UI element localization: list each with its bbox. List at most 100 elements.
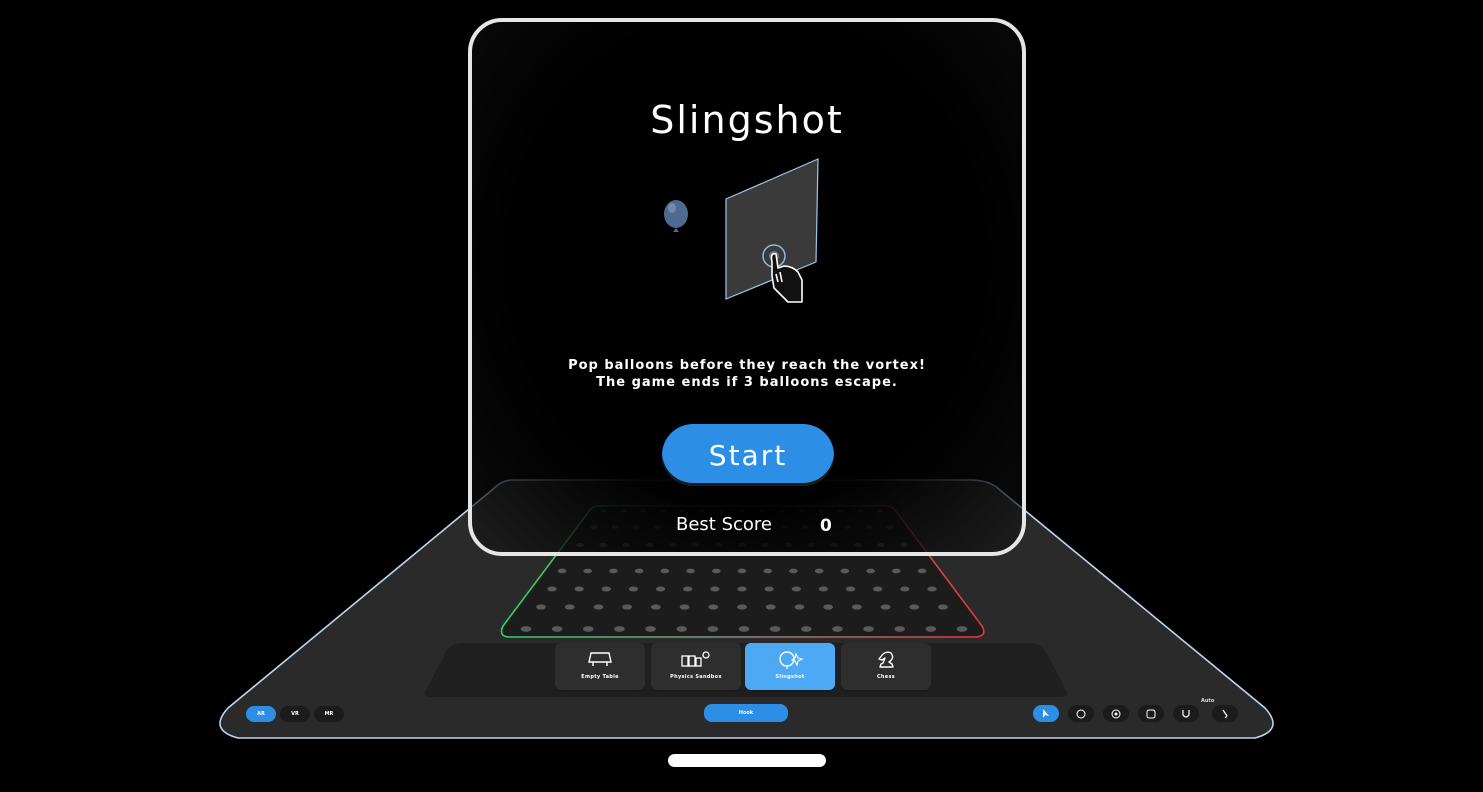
game-title: Slingshot <box>650 98 844 142</box>
field-dot <box>925 626 937 632</box>
field-dot <box>551 626 563 632</box>
magnet-icon <box>1182 710 1190 718</box>
vr-button[interactable]: VR <box>280 706 310 722</box>
field-dot <box>737 568 747 574</box>
field-dot <box>707 626 719 632</box>
auto-label: Auto <box>1201 698 1215 704</box>
field-dot <box>823 604 834 610</box>
field-dot <box>634 568 644 574</box>
field-dot <box>686 568 695 574</box>
tab-label: Physics Sandbox <box>670 674 722 680</box>
field-dot <box>536 604 546 610</box>
start-button[interactable]: Start <box>662 424 834 486</box>
field-dot <box>622 604 633 610</box>
field-dot <box>764 586 774 592</box>
field-dot <box>582 626 594 632</box>
tab-label: Chess <box>876 674 896 680</box>
field-dot <box>655 586 666 592</box>
field-dot <box>711 568 721 574</box>
field-dot <box>547 586 557 592</box>
field-dot <box>791 586 801 592</box>
field-dot <box>891 568 901 574</box>
field-dot <box>645 626 656 632</box>
field-dot <box>909 604 920 610</box>
field-dot <box>894 626 906 632</box>
blocks-icon <box>681 651 710 667</box>
field-dot <box>737 604 747 610</box>
cursor-icon <box>1043 709 1049 718</box>
field-dot <box>593 604 604 610</box>
field-dot <box>737 586 747 592</box>
field-dot <box>845 586 856 592</box>
table-icon <box>588 652 612 666</box>
field-dot <box>863 626 874 632</box>
field-dot <box>614 626 625 632</box>
slingshot-illustration <box>664 158 819 303</box>
ar-button[interactable]: AR <box>246 706 276 722</box>
instruction-line-1: Pop balloons before they reach the vorte… <box>568 358 926 373</box>
field-dot <box>574 586 584 592</box>
field-dot <box>880 604 891 610</box>
tab-label: Empty Table <box>581 674 619 680</box>
field-dot <box>840 568 850 574</box>
tab-empty-table[interactable]: Empty Table <box>555 643 645 690</box>
field-dot <box>800 626 812 632</box>
field-dot <box>601 586 611 592</box>
field-dot <box>683 586 693 592</box>
pin-icon <box>1222 709 1228 719</box>
slingshot-panel: Slingshot Pop balloons before they reach… <box>468 18 1026 556</box>
grab-icon <box>1076 709 1086 719</box>
field-dot <box>917 568 927 574</box>
instructions: Pop balloons before they reach the vorte… <box>472 357 1022 391</box>
field-dot <box>708 604 719 610</box>
balloon-icon <box>664 200 688 232</box>
settings-button[interactable] <box>1138 705 1164 722</box>
cursor-button[interactable] <box>1033 705 1059 722</box>
field-dot <box>900 586 910 592</box>
hook-button[interactable]: Hook <box>704 704 788 722</box>
field-dot <box>583 568 593 574</box>
grab-button[interactable] <box>1068 705 1094 722</box>
field-dot <box>650 604 661 610</box>
field-dot <box>710 586 720 592</box>
tab-label: Slingshot <box>775 674 805 680</box>
magnet-button[interactable] <box>1173 705 1199 722</box>
field-dot <box>557 568 567 574</box>
field-dot <box>628 586 639 592</box>
chess-knight-icon <box>878 651 894 668</box>
field-dot <box>814 568 824 574</box>
best-score-label: Best Score <box>676 514 772 535</box>
field-dot <box>818 586 829 592</box>
field-dot <box>738 626 750 632</box>
tab-slingshot[interactable]: Slingshot <box>745 643 835 690</box>
field-dot <box>789 568 798 574</box>
home-indicator[interactable] <box>668 754 826 767</box>
mr-button[interactable]: MR <box>314 706 344 722</box>
field-dot <box>956 626 968 632</box>
field-dot <box>938 604 948 610</box>
tab-physics-sandbox[interactable]: Physics Sandbox <box>651 643 741 690</box>
field-dot <box>660 568 670 574</box>
field-dot <box>927 586 937 592</box>
rotate-icon <box>1111 709 1121 719</box>
field-dot <box>873 586 883 592</box>
field-dot <box>763 568 773 574</box>
field-dot <box>794 604 805 610</box>
field-dot <box>765 604 776 610</box>
rotate-button[interactable] <box>1103 705 1129 722</box>
field-dot <box>609 568 618 574</box>
field-dot <box>769 626 781 632</box>
instruction-line-2: The game ends if 3 balloons escape. <box>596 375 898 390</box>
field-dot <box>564 604 575 610</box>
field-dot <box>851 604 862 610</box>
tab-chess[interactable]: Chess <box>841 643 931 690</box>
pin-button[interactable] <box>1212 705 1238 722</box>
field-dot <box>520 626 532 632</box>
best-score-value: 0 <box>820 516 832 536</box>
field-dot <box>832 626 843 632</box>
field-dot <box>676 626 688 632</box>
settings-icon <box>1146 709 1156 719</box>
balloon-icon <box>779 651 804 669</box>
field-dot <box>866 568 875 574</box>
field-dot <box>679 604 690 610</box>
